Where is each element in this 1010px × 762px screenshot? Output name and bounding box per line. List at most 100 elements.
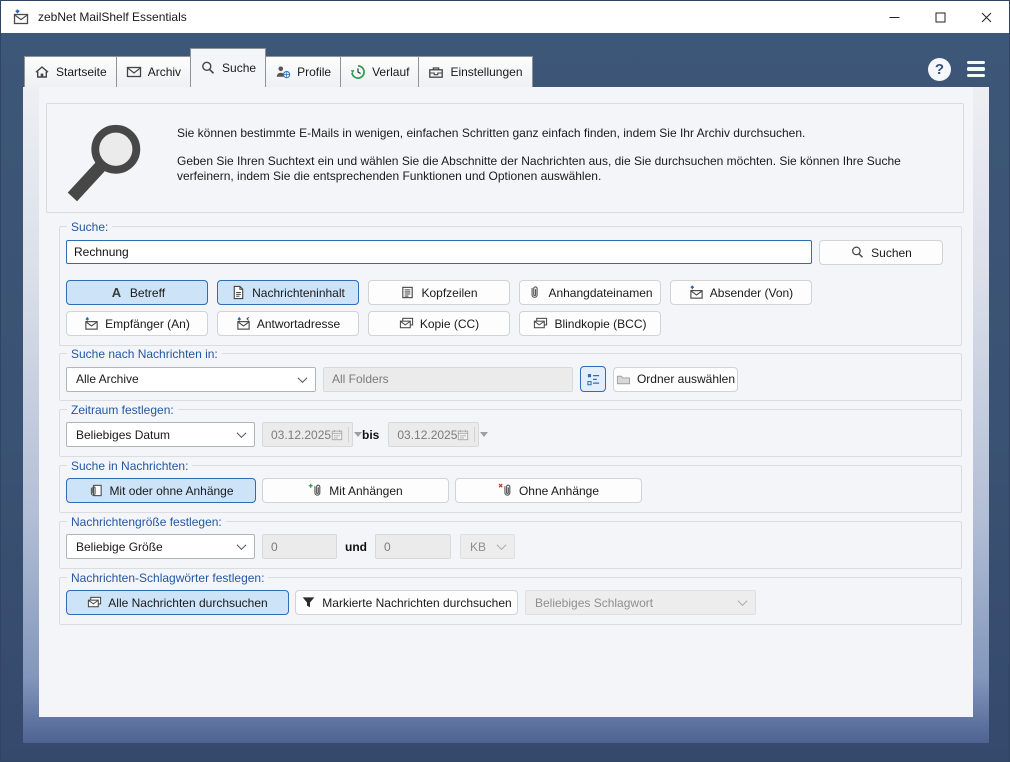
tab-label: Startseite xyxy=(56,65,107,79)
size-separator-label: und xyxy=(345,540,367,554)
group-message-size: Nachrichtengröße festlegen: Beliebige Gr… xyxy=(59,521,962,569)
size-max-field: 0 xyxy=(375,534,451,559)
tab-startseite[interactable]: Startseite xyxy=(24,56,117,87)
toggle-blindkopie-bcc[interactable]: Blindkopie (BCC) xyxy=(519,311,661,336)
dropdown-arrow-icon xyxy=(354,432,362,437)
filter-icon xyxy=(301,595,316,610)
envelope-icon xyxy=(126,64,142,80)
toggle-empfaenger-an[interactable]: Empfänger (An) xyxy=(66,311,208,336)
tree-view-icon xyxy=(586,372,601,387)
intro-text: Sie können bestimmte E-Mails in wenigen,… xyxy=(177,118,945,212)
document-icon xyxy=(231,285,246,300)
toggle-absender-von[interactable]: Absender (Von) xyxy=(670,280,812,305)
group-size-label: Nachrichtengröße festlegen: xyxy=(67,515,226,529)
size-min-value: 0 xyxy=(271,540,278,554)
inner-panel: Sie können bestimmte E-Mails in wenigen,… xyxy=(23,87,989,743)
window-body: ? Startseite Archiv xyxy=(1,33,1009,761)
minimize-button[interactable] xyxy=(871,1,917,33)
choose-folder-label: Ordner auswählen xyxy=(637,372,735,386)
group-search: Suche: Suchen A Betref xyxy=(59,226,962,346)
calendar-icon xyxy=(457,429,469,441)
toggle-label: Nachrichteninhalt xyxy=(252,286,345,300)
tab-verlauf[interactable]: Verlauf xyxy=(340,56,419,87)
letter-a-icon: A xyxy=(109,285,124,300)
group-tags-label: Nachrichten-Schlagwörter festlegen: xyxy=(67,571,268,585)
profile-icon xyxy=(275,64,291,80)
chevron-down-icon xyxy=(237,540,247,550)
date-to-field: 03.12.2025 xyxy=(388,422,479,447)
search-button[interactable]: Suchen xyxy=(819,240,943,265)
toggle-antwortadresse[interactable]: Antwortadresse xyxy=(217,311,359,336)
maximize-button[interactable] xyxy=(917,1,963,33)
tab-label: Archiv xyxy=(148,65,181,79)
chevron-down-icon xyxy=(738,596,748,606)
toggle-nachrichteninhalt[interactable]: Nachrichteninhalt xyxy=(217,280,359,305)
search-input[interactable] xyxy=(66,240,812,264)
attachment-document-icon xyxy=(88,483,103,498)
toggle-kopie-cc[interactable]: Kopie (CC) xyxy=(368,311,510,336)
toggle-with-or-without-attachments[interactable]: Mit oder ohne Anhänge xyxy=(66,478,256,503)
tag-select: Beliebiges Schlagwort xyxy=(525,590,756,615)
group-search-label: Suche: xyxy=(67,220,112,234)
size-mode-select[interactable]: Beliebige Größe xyxy=(66,534,255,559)
toggle-search-tagged-messages[interactable]: Markierte Nachrichten durchsuchen xyxy=(295,590,518,615)
size-unit-value: KB xyxy=(470,540,486,554)
date-from-field: 03.12.2025 xyxy=(262,422,353,447)
magnifier-icon xyxy=(64,118,150,204)
date-separator-label: bis xyxy=(362,428,379,442)
tab-einstellungen[interactable]: Einstellungen xyxy=(418,56,532,87)
envelope-copy-icon xyxy=(399,316,414,331)
tab-label: Einstellungen xyxy=(450,65,522,79)
toggle-search-all-messages[interactable]: Alle Nachrichten durchsuchen xyxy=(66,590,289,615)
intro-line-1: Sie können bestimmte E-Mails in wenigen,… xyxy=(177,126,945,141)
tab-suche[interactable]: Suche xyxy=(190,48,266,87)
envelope-send-icon xyxy=(689,285,704,300)
toggle-label: Kopfzeilen xyxy=(421,286,477,300)
dropdown-arrow-icon xyxy=(480,432,488,437)
toggle-label: Antwortadresse xyxy=(257,317,340,331)
app-mail-icon xyxy=(12,9,30,26)
chevron-down-icon xyxy=(298,373,308,383)
choose-folder-button[interactable]: Ordner auswählen xyxy=(613,367,738,392)
group-tags: Nachrichten-Schlagwörter festlegen: Alle… xyxy=(59,577,962,625)
tab-bar: Startseite Archiv Suche xyxy=(24,48,533,87)
group-scope: Suche nach Nachrichten in: Alle Archive … xyxy=(59,353,962,401)
toggle-with-attachments[interactable]: Mit Anhängen xyxy=(262,478,449,503)
toggle-label: Anhangdateinamen xyxy=(548,286,652,300)
hamburger-menu-button[interactable] xyxy=(967,61,985,77)
envelope-receive-icon xyxy=(84,316,99,331)
toggle-betreff[interactable]: A Betreff xyxy=(66,280,208,305)
tab-label: Verlauf xyxy=(372,65,409,79)
toggle-label: Mit oder ohne Anhänge xyxy=(109,484,233,498)
size-min-field: 0 xyxy=(262,534,337,559)
tag-select-value: Beliebiges Schlagwort xyxy=(535,596,653,610)
search-icon xyxy=(850,245,865,260)
close-button[interactable] xyxy=(963,1,1009,33)
folder-tree-button[interactable] xyxy=(580,366,606,392)
search-icon xyxy=(200,60,216,76)
toggle-label: Alle Nachrichten durchsuchen xyxy=(108,596,267,610)
date-mode-select[interactable]: Beliebiges Datum xyxy=(66,422,255,447)
help-button[interactable]: ? xyxy=(928,58,951,81)
toggle-without-attachments[interactable]: Ohne Anhänge xyxy=(455,478,642,503)
size-unit-select: KB xyxy=(460,534,515,559)
toggle-label: Blindkopie (BCC) xyxy=(554,317,646,331)
app-window: zebNet MailShelf Essentials ? xyxy=(0,0,1010,762)
folders-field-value: All Folders xyxy=(332,372,389,386)
toggle-kopfzeilen[interactable]: Kopfzeilen xyxy=(368,280,510,305)
envelopes-icon xyxy=(87,595,102,610)
tab-archiv[interactable]: Archiv xyxy=(116,56,191,87)
folders-field: All Folders xyxy=(323,367,573,392)
archive-select[interactable]: Alle Archive xyxy=(66,367,316,392)
toolbox-icon xyxy=(428,64,444,80)
envelope-reply-icon xyxy=(236,316,251,331)
group-date-label: Zeitraum festlegen: xyxy=(67,403,178,417)
toggle-anhangdateinamen[interactable]: Anhangdateinamen xyxy=(519,280,661,305)
tab-profile[interactable]: Profile xyxy=(265,56,341,87)
toggle-label: Empfänger (An) xyxy=(105,317,190,331)
envelope-bcc-icon xyxy=(533,316,548,331)
archive-select-value: Alle Archive xyxy=(76,372,139,386)
window-title: zebNet MailShelf Essentials xyxy=(38,10,187,24)
attachment-add-icon xyxy=(308,483,323,498)
home-icon xyxy=(34,64,50,80)
